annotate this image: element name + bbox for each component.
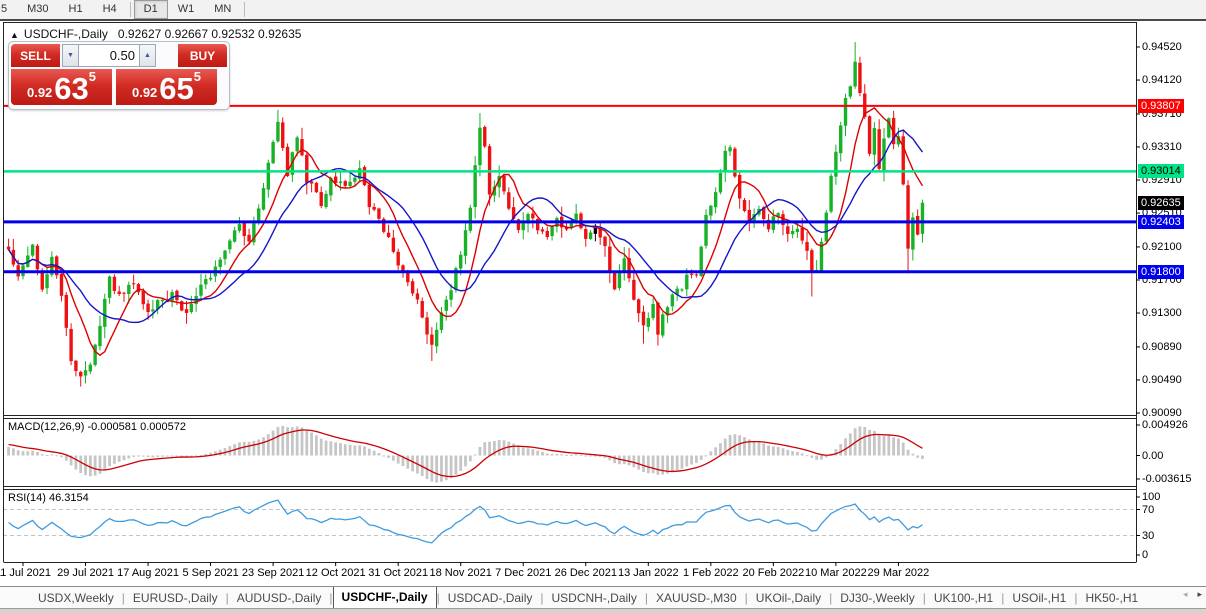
date-axis-label: 31 Oct 2021 <box>368 567 428 579</box>
tab-scroll-left-icon[interactable]: ◂ <box>1183 589 1188 600</box>
chart-tab-bar: USDX,Weekly|EURUSD-,Daily|AUDUSD-,Daily|… <box>0 586 1206 609</box>
rsi-axis-label: 30 <box>1142 530 1154 542</box>
date-axis-label: 5 Sep 2021 <box>182 567 238 579</box>
volume-value[interactable]: 0.50 <box>79 45 139 66</box>
date-axis-label: 13 Jan 2022 <box>618 567 679 579</box>
chart-title: ▲ USDCHF-,Daily 0.92627 0.92667 0.92532 0.… <box>10 27 301 41</box>
chart-tab-dj30[interactable]: DJ30-,Weekly <box>832 588 922 609</box>
sell-price-prefix: 0.92 <box>27 83 52 103</box>
date-axis-label: 11 Jul 2021 <box>0 567 51 579</box>
macd-axis-label: 0.004926 <box>1142 419 1188 431</box>
timeframe-button-h4[interactable]: H4 <box>93 0 127 19</box>
date-axis-label: 20 Feb 2022 <box>742 567 804 579</box>
buy-price-prefix: 0.92 <box>132 83 157 103</box>
timeframe-button-5[interactable]: 5 <box>0 0 17 19</box>
timeframe-button-w1[interactable]: W1 <box>168 0 205 19</box>
sell-price-pip: 5 <box>89 72 96 82</box>
date-axis-label: 7 Dec 2021 <box>495 567 551 579</box>
timeframe-button-h1[interactable]: H1 <box>59 0 93 19</box>
toolbar-separator <box>244 2 245 17</box>
timeframe-button-d1[interactable]: D1 <box>134 0 168 19</box>
sell-button[interactable]: SELL <box>11 44 60 67</box>
macd-axis-label: 0.00 <box>1142 450 1163 462</box>
date-axis-label: 10 Mar 2022 <box>805 567 867 579</box>
price-tick-label: 0.90090 <box>1142 407 1182 419</box>
buy-button[interactable]: BUY <box>178 44 227 67</box>
chart-tab-audusd[interactable]: AUDUSD-,Daily <box>229 588 330 609</box>
chart-tab-xauusd[interactable]: XAUUSD-,M30 <box>648 588 745 609</box>
price-level-label-resistance: 0.93014 <box>1138 164 1184 178</box>
price-level-label-support: 0.92403 <box>1138 215 1184 229</box>
chart-window: ▲ USDCHF-,Daily 0.92627 0.92667 0.92532 0.… <box>0 21 1206 613</box>
chart-tab-usdcad[interactable]: USDCAD-,Daily <box>440 588 541 609</box>
date-axis-label: 23 Sep 2021 <box>242 567 304 579</box>
rsi-indicator-label: RSI(14) 46.3154 <box>8 492 89 504</box>
toolbar-separator <box>130 2 131 17</box>
price-tick-label: 0.93310 <box>1142 141 1182 153</box>
chart-tab-usdcnh[interactable]: USDCNH-,Daily <box>544 588 645 609</box>
buy-price-main: 65 <box>159 74 193 103</box>
price-tick-label: 0.91300 <box>1142 307 1182 319</box>
volume-decrease-icon[interactable]: ▼ <box>63 45 79 66</box>
chart-tab-usdx[interactable]: USDX,Weekly <box>30 588 122 609</box>
date-axis-label: 12 Oct 2021 <box>306 567 366 579</box>
symbol-period-label: USDCHF-,Daily <box>24 27 108 41</box>
price-tick-label: 0.90890 <box>1142 341 1182 353</box>
price-level-label-resistance: 0.93807 <box>1138 99 1184 113</box>
macd-indicator-label: MACD(12,26,9) -0.000581 0.000572 <box>8 421 186 433</box>
date-axis-label: 1 Feb 2022 <box>683 567 739 579</box>
one-click-trade-panel: SELL ▼ 0.50 ▲ BUY 0.92 63 5 0.92 65 5 <box>8 41 230 110</box>
rsi-axis-label: 100 <box>1142 491 1160 503</box>
price-level-label-support: 0.91800 <box>1138 265 1184 279</box>
rsi-axis-label: 0 <box>1142 549 1148 561</box>
tab-scroll-buttons: ◂ ▸ <box>1183 589 1202 600</box>
collapse-arrow-icon[interactable]: ▲ <box>10 30 19 40</box>
sell-price-main: 63 <box>54 74 88 103</box>
buy-price-button[interactable]: 0.92 65 5 <box>116 69 217 105</box>
buy-price-pip: 5 <box>194 72 201 82</box>
chart-tab-uk100[interactable]: UK100-,H1 <box>926 588 1001 609</box>
trading-platform-window: 5M30H1H4D1W1MN ▲USDCHF-,Daily0.92627 0.9… <box>0 0 1206 613</box>
price-level-label-last-price: 0.92635 <box>1138 196 1184 210</box>
timeframe-toolbar: 5M30H1H4 D1W1MN <box>0 0 1206 21</box>
volume-increase-icon[interactable]: ▲ <box>139 45 155 66</box>
price-tick-label: 0.90490 <box>1142 374 1182 386</box>
tab-scroll-right-icon[interactable]: ▸ <box>1197 589 1202 600</box>
chart-tab-usdchf[interactable]: USDCHF-,Daily <box>333 586 437 609</box>
timeframe-button-m30[interactable]: M30 <box>17 0 58 19</box>
date-axis-label: 18 Nov 2021 <box>430 567 492 579</box>
date-axis-label: 29 Mar 2022 <box>868 567 930 579</box>
date-axis-label: 17 Aug 2021 <box>117 567 179 579</box>
chart-tab-eurusd[interactable]: EURUSD-,Daily <box>125 588 226 609</box>
rsi-axis-label: 70 <box>1142 504 1154 516</box>
sell-price-button[interactable]: 0.92 63 5 <box>11 69 112 105</box>
timeframe-button-mn[interactable]: MN <box>204 0 241 19</box>
price-tick-label: 0.94120 <box>1142 74 1182 86</box>
chart-tab-hk50[interactable]: HK50-,H1 <box>1077 588 1146 609</box>
chart-tab-ukoil[interactable]: UKOil-,Daily <box>748 588 829 609</box>
date-axis-label: 29 Jul 2021 <box>57 567 114 579</box>
chart-tab-usoil[interactable]: USOil-,H1 <box>1004 588 1074 609</box>
ohlc-values: 0.92627 0.92667 0.92532 0.92635 <box>118 27 302 41</box>
date-axis-label: 26 Dec 2021 <box>555 567 617 579</box>
window-status-strip <box>0 608 1206 613</box>
volume-stepper: ▼ 0.50 ▲ <box>62 44 156 67</box>
macd-axis-label: -0.003615 <box>1142 473 1192 485</box>
price-tick-label: 0.94520 <box>1142 41 1182 53</box>
price-tick-label: 0.92100 <box>1142 241 1182 253</box>
